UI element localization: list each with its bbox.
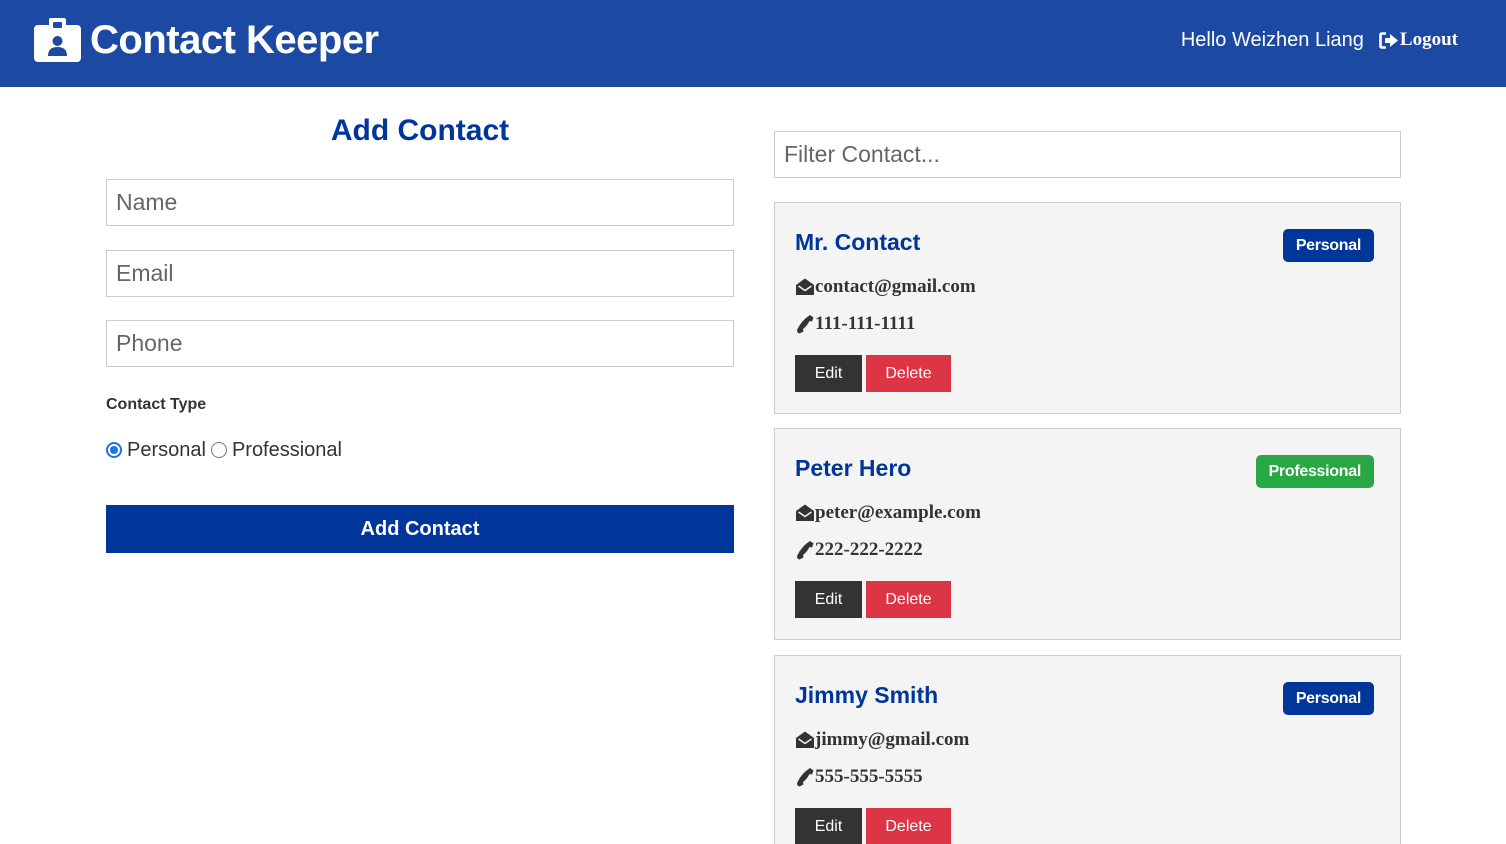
contact-card: Mr. Contact Personal contact@gmail.com 1… — [774, 202, 1401, 414]
contact-email-row: peter@example.com — [795, 501, 981, 525]
logout-label: Logout — [1399, 29, 1458, 50]
contact-phone-row: 111-111-1111 — [795, 312, 915, 336]
edit-button[interactable]: Edit — [795, 808, 862, 844]
personal-radio-label[interactable]: Personal — [127, 437, 206, 463]
delete-button[interactable]: Delete — [866, 808, 951, 844]
contact-phone: 222-222-2222 — [815, 539, 923, 560]
delete-button[interactable]: Delete — [866, 355, 951, 392]
contact-name: Jimmy Smith — [795, 682, 939, 708]
contact-type-options: Personal Professional — [106, 437, 347, 463]
contact-email: contact@gmail.com — [815, 276, 976, 297]
phone-icon — [797, 768, 814, 787]
contact-phone-row: 555-555-5555 — [795, 765, 923, 789]
contact-card: Jimmy Smith Personal jimmy@gmail.com 555… — [774, 655, 1401, 844]
envelope-open-icon — [796, 504, 814, 521]
brand[interactable]: Contact Keeper — [34, 16, 379, 64]
id-badge-icon — [34, 18, 81, 62]
add-contact-button[interactable]: Add Contact — [106, 505, 734, 553]
phone-input[interactable] — [106, 320, 734, 367]
sign-out-icon — [1379, 31, 1398, 49]
contact-type-label: Contact Type — [106, 396, 207, 413]
edit-button[interactable]: Edit — [795, 355, 862, 392]
phone-icon — [797, 315, 814, 334]
greeting-text: Hello Weizhen Liang — [1180, 29, 1364, 51]
logout-link[interactable]: Logout — [1379, 27, 1458, 53]
contact-type-badge: Personal — [1282, 682, 1374, 715]
email-input[interactable] — [106, 250, 734, 297]
edit-button[interactable]: Edit — [795, 581, 862, 618]
envelope-open-icon — [796, 731, 814, 748]
contact-email: peter@example.com — [815, 502, 981, 523]
contact-type-badge: Professional — [1255, 455, 1374, 488]
form-heading: Add Contact — [330, 114, 510, 147]
contact-email-row: jimmy@gmail.com — [795, 728, 969, 752]
contact-name: Peter Hero — [795, 455, 912, 481]
contact-phone: 111-111-1111 — [815, 313, 916, 334]
professional-radio[interactable] — [210, 442, 227, 458]
contact-name: Mr. Contact — [795, 229, 921, 255]
app-title: Contact Keeper — [90, 18, 379, 62]
envelope-open-icon — [796, 278, 814, 295]
phone-icon — [797, 541, 814, 560]
contact-email-row: contact@gmail.com — [795, 275, 976, 299]
contact-type-badge: Personal — [1282, 229, 1374, 262]
contact-email: jimmy@gmail.com — [815, 729, 970, 750]
delete-button[interactable]: Delete — [866, 581, 951, 618]
user-menu: Hello Weizhen Liang Logout — [1181, 27, 1458, 53]
name-input[interactable] — [106, 179, 734, 226]
contact-card: Peter Hero Professional peter@example.co… — [774, 428, 1401, 640]
navbar: Contact Keeper Hello Weizhen Liang Logou… — [0, 0, 1506, 87]
personal-radio[interactable] — [106, 442, 122, 458]
contact-phone-row: 222-222-2222 — [795, 538, 923, 562]
contact-phone: 555-555-5555 — [815, 766, 923, 787]
filter-input[interactable] — [774, 131, 1401, 178]
professional-radio-label[interactable]: Professional — [232, 437, 342, 463]
